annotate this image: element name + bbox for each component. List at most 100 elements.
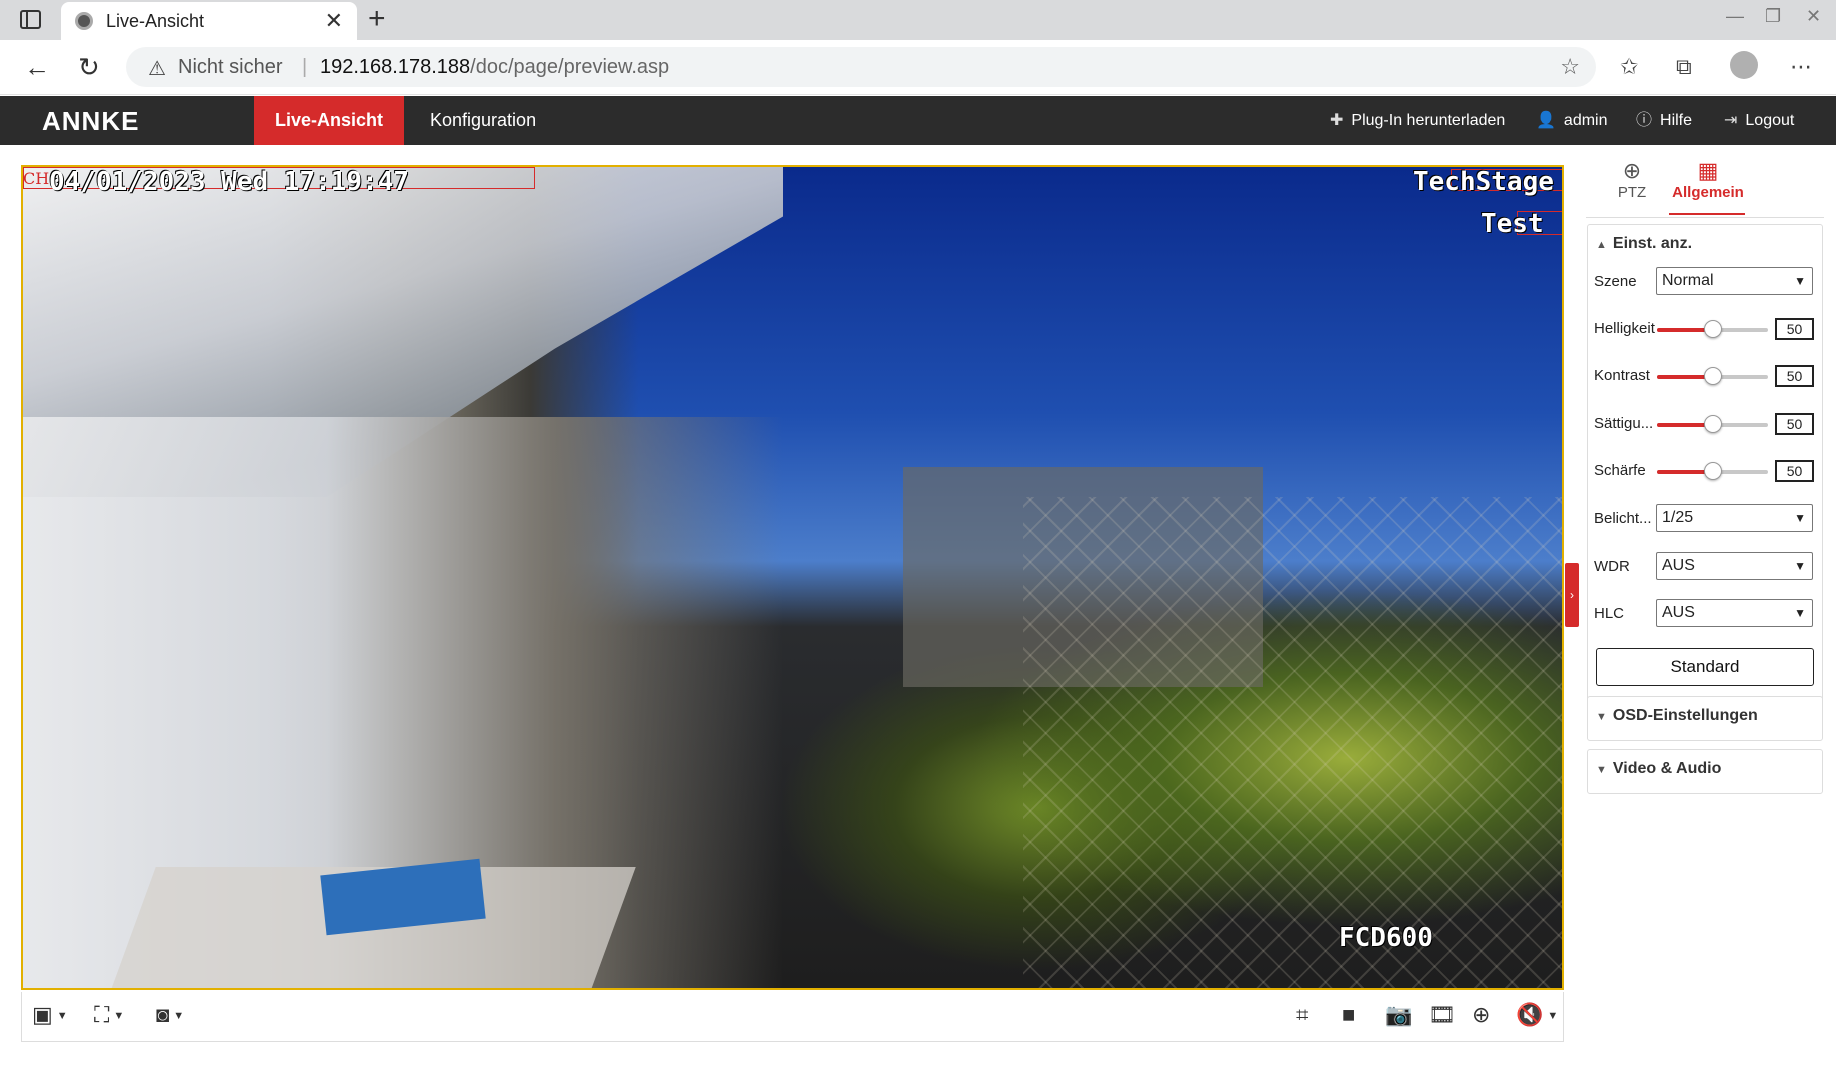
scene-select[interactable]: Normal ▼	[1656, 267, 1813, 295]
tab-actions-icon[interactable]	[20, 10, 41, 29]
video-audio-header[interactable]: ▼ Video & Audio	[1596, 760, 1721, 778]
video-toolbar: ▣ ▼ ⛶ ▼ ◙ ▼ ⌗ ■ 📷 🎞 ⊕ 🔇 ▼	[21, 992, 1564, 1042]
osd-brand: TechStage	[1413, 167, 1554, 197]
brightness-slider[interactable]	[1657, 320, 1768, 338]
favorites-icon[interactable]: ✩	[1620, 54, 1638, 80]
nav-configuration[interactable]: Konfiguration	[430, 96, 536, 145]
osd-settings-header[interactable]: ▼ OSD-Einstellungen	[1596, 707, 1758, 725]
stream-icon: ⛶	[94, 1002, 110, 1027]
sharpness-value[interactable]: 50	[1775, 460, 1814, 482]
scene-label: Szene	[1594, 273, 1637, 290]
browser-tab-bar: Live-Ansicht ✕ + — ❐ ✕	[0, 0, 1836, 40]
stream-select-button[interactable]: ⛶ ▼	[94, 1002, 124, 1028]
stop-icon[interactable]: ■	[1342, 1002, 1355, 1028]
exposure-label: Belicht...	[1594, 510, 1652, 527]
aspect-icon: ◙	[156, 1002, 170, 1027]
reload-icon[interactable]: ↻	[78, 52, 100, 83]
url-text[interactable]: 192.168.178.188/doc/page/preview.asp	[320, 56, 669, 79]
tab-general[interactable]: ▦ Allgemein	[1668, 152, 1748, 201]
default-button[interactable]: Standard	[1596, 648, 1814, 686]
osd-settings-section[interactable]: ▼ OSD-Einstellungen	[1587, 696, 1823, 741]
logout-icon: ⇥	[1724, 112, 1738, 129]
brightness-label: Helligkeit	[1594, 320, 1655, 337]
digital-zoom-icon[interactable]: ⊕	[1472, 1002, 1490, 1028]
brightness-slider-handle[interactable]	[1704, 320, 1722, 338]
restore-icon[interactable]: ❐	[1765, 6, 1781, 27]
contrast-slider[interactable]	[1657, 367, 1768, 385]
display-settings-header[interactable]: ▲ Einst. anz.	[1596, 235, 1692, 253]
snapshot-camera-icon[interactable]: 📷	[1385, 1002, 1412, 1028]
collections-icon[interactable]: ⧉	[1676, 54, 1692, 80]
add-favorite-icon[interactable]: ☆	[1560, 54, 1580, 80]
help-link[interactable]: ⓘ Hilfe	[1636, 96, 1692, 145]
new-tab-button[interactable]: +	[368, 2, 386, 36]
video-audio-section[interactable]: ▼ Video & Audio	[1587, 749, 1823, 794]
contrast-value[interactable]: 50	[1775, 365, 1814, 387]
user-icon: 👤	[1536, 112, 1556, 129]
user-menu[interactable]: 👤 admin	[1536, 96, 1608, 145]
wdr-label: WDR	[1594, 558, 1630, 575]
active-tab-underline	[1669, 213, 1745, 215]
osd-datetime: 04/01/2023 Wed 17:19:47	[49, 167, 410, 197]
grid-icon: ▦	[1697, 158, 1719, 183]
hlc-select[interactable]: AUS ▼	[1656, 599, 1813, 627]
app-header: ANNKE Live-Ansicht Konfiguration ✚ Plug-I…	[0, 96, 1836, 145]
window-close-icon[interactable]: ✕	[1806, 6, 1821, 27]
exposure-select[interactable]: 1/25 ▼	[1656, 504, 1813, 532]
wdr-select[interactable]: AUS ▼	[1656, 552, 1813, 580]
browser-tab[interactable]: Live-Ansicht ✕	[61, 2, 357, 40]
chevron-down-icon: ▼	[1596, 764, 1607, 776]
camera-favicon-icon	[75, 12, 93, 30]
saturation-value[interactable]: 50	[1775, 413, 1814, 435]
saturation-label: Sättigu...	[1594, 415, 1654, 432]
panel-collapse-handle[interactable]: ›	[1565, 563, 1579, 627]
video-scene-net	[1023, 497, 1562, 988]
sharpness-label: Schärfe	[1594, 462, 1646, 479]
screen-layout-icon: ▣	[32, 1002, 53, 1027]
record-icon[interactable]: 🎞	[1428, 1002, 1456, 1028]
logout-link[interactable]: ⇥ Logout	[1724, 96, 1794, 145]
more-menu-icon[interactable]: ⋯	[1790, 54, 1812, 80]
back-icon[interactable]: ←	[24, 52, 50, 83]
address-bar: ← ↻ ⚠ Nicht sicher | 192.168.178.188/doc…	[0, 40, 1836, 95]
crop-icon[interactable]: ⌗	[1296, 1002, 1308, 1028]
plugin-download-link[interactable]: ✚ Plug-In herunterladen	[1330, 96, 1505, 145]
ptz-icon: ⊕	[1622, 158, 1642, 183]
nav-live-view[interactable]: Live-Ansicht	[254, 96, 404, 145]
tab-title: Live-Ansicht	[106, 11, 205, 31]
url-separator: |	[302, 56, 308, 78]
speaker-muted-icon: 🔇	[1516, 1002, 1544, 1027]
panel-tabs: ⊕ PTZ ▦ Allgemein	[1586, 152, 1824, 218]
window-layout-button[interactable]: ▣ ▼	[32, 1002, 68, 1028]
contrast-slider-handle[interactable]	[1704, 367, 1722, 385]
live-video-feed[interactable]: CH 04/01/2023 Wed 17:19:47 TechStage Tes…	[21, 165, 1564, 990]
tab-close-icon[interactable]: ✕	[325, 8, 343, 34]
contrast-label: Kontrast	[1594, 367, 1650, 384]
sharpness-slider-handle[interactable]	[1704, 462, 1722, 480]
saturation-slider[interactable]	[1657, 415, 1768, 433]
brightness-value[interactable]: 50	[1775, 318, 1814, 340]
audio-muted-button[interactable]: 🔇 ▼	[1516, 1002, 1558, 1028]
info-icon: ⓘ	[1636, 112, 1653, 129]
minimize-icon[interactable]: —	[1726, 6, 1744, 27]
aspect-ratio-button[interactable]: ◙ ▼	[156, 1002, 184, 1028]
puzzle-icon: ✚	[1330, 112, 1344, 129]
profile-avatar[interactable]	[1730, 51, 1758, 79]
warning-icon[interactable]: ⚠	[148, 56, 166, 81]
chevron-down-icon: ▼	[1596, 711, 1607, 723]
tab-ptz[interactable]: ⊕ PTZ	[1610, 152, 1654, 201]
saturation-slider-handle[interactable]	[1704, 415, 1722, 433]
osd-model: FCD600	[1339, 923, 1433, 953]
url-field[interactable]: ⚠ Nicht sicher | 192.168.178.188/doc/pag…	[126, 47, 1596, 87]
osd-test: Test	[1481, 209, 1544, 239]
chevron-down-icon: ▼	[1794, 606, 1806, 620]
hlc-label: HLC	[1594, 605, 1625, 622]
chevron-down-icon: ▼	[1794, 511, 1806, 525]
sharpness-slider[interactable]	[1657, 462, 1768, 480]
chevron-down-icon: ▼	[1794, 274, 1806, 288]
chevron-down-icon: ▼	[1794, 559, 1806, 573]
osd-region-label: CH	[23, 169, 50, 188]
security-label[interactable]: Nicht sicher	[178, 56, 282, 79]
annke-logo: ANNKE	[42, 106, 140, 136]
chevron-up-icon: ▲	[1596, 239, 1607, 251]
